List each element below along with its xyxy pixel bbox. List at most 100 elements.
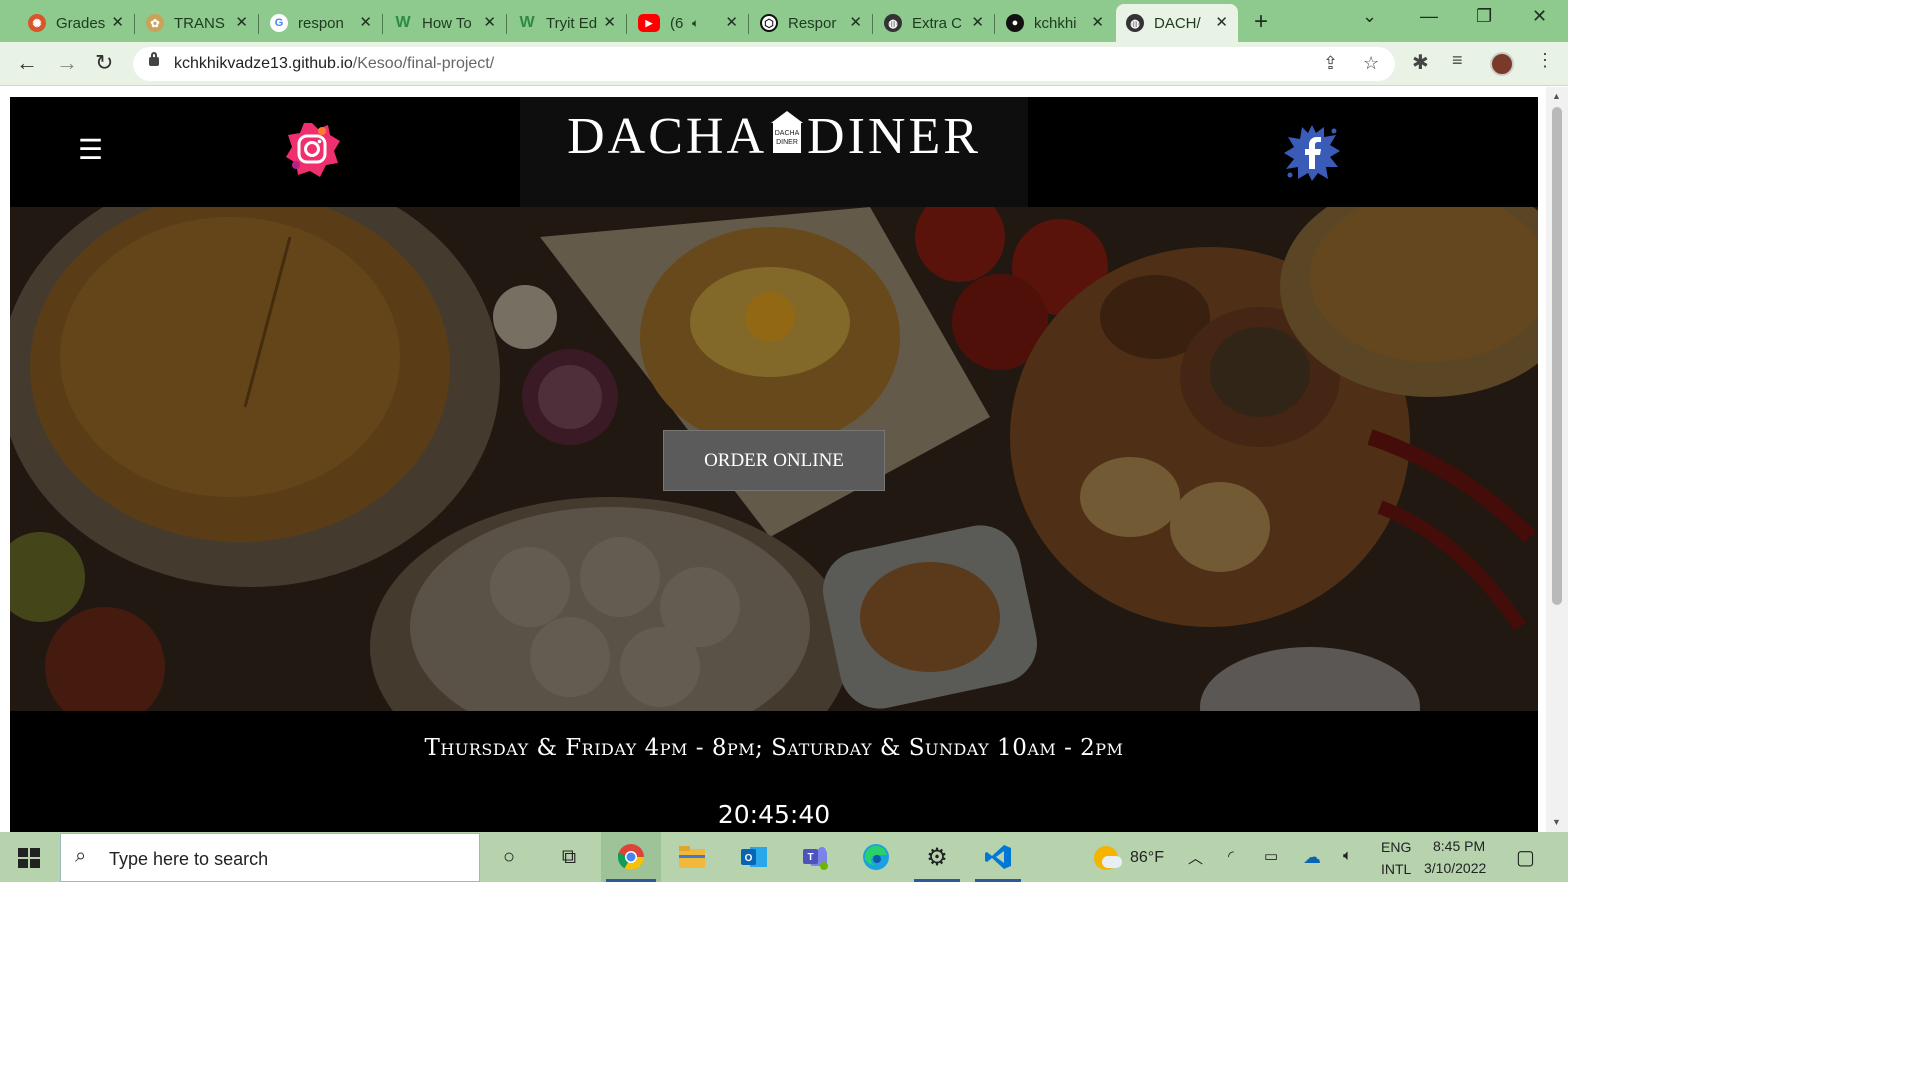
tab-youtube[interactable]: ▶ (6 🔈︎ ✕ bbox=[628, 4, 749, 42]
back-button[interactable]: ← bbox=[16, 50, 38, 76]
tab-grades[interactable]: ✺ Grades ✕ bbox=[18, 4, 135, 42]
w3schools-icon: W bbox=[395, 14, 411, 31]
globe-icon: ◍ bbox=[884, 14, 902, 32]
tab-dacha-diner[interactable]: ◍ DACH/ ✕ bbox=[1116, 4, 1238, 42]
w3schools-icon: W bbox=[519, 14, 535, 31]
new-tab-button[interactable]: + bbox=[1254, 8, 1268, 36]
lock-icon[interactable] bbox=[149, 52, 159, 66]
url-path: /Kesoo/final-project/ bbox=[352, 55, 495, 72]
close-icon[interactable]: ✕ bbox=[603, 13, 616, 31]
svg-text:O: O bbox=[745, 853, 753, 864]
tab-label: Extra C bbox=[912, 14, 963, 32]
search-placeholder: Type here to search bbox=[109, 849, 269, 869]
windows-taskbar: ⌕ Type here to search ○ ⧉ O T ⚙ 86°F ︿ ◜… bbox=[0, 832, 1568, 882]
address-bar[interactable]: kchkhikvadze13.github.io/Kesoo/final-pro… bbox=[133, 47, 1395, 81]
clock-date[interactable]: 3/10/2022 bbox=[1424, 860, 1486, 876]
settings-gear-icon[interactable]: ⚙ bbox=[922, 842, 952, 872]
weather-temperature[interactable]: 86°F bbox=[1130, 849, 1164, 867]
tab-search-chevron-icon[interactable]: ⌄ bbox=[1362, 6, 1377, 27]
notifications-icon[interactable]: ▢ bbox=[1516, 845, 1535, 870]
media-queue-icon[interactable]: ≡ bbox=[1452, 50, 1463, 71]
close-icon[interactable]: ✕ bbox=[111, 13, 124, 31]
teams-icon[interactable]: T bbox=[800, 842, 830, 872]
wifi-icon[interactable]: ◜ bbox=[1228, 847, 1234, 865]
tab-google-search[interactable]: G respon ✕ bbox=[260, 4, 383, 42]
close-icon[interactable]: ✕ bbox=[235, 13, 248, 31]
scroll-up-icon[interactable]: ▲ bbox=[1552, 91, 1561, 101]
onedrive-cloud-icon[interactable]: ☁ bbox=[1303, 847, 1321, 868]
vscode-icon[interactable] bbox=[983, 842, 1013, 872]
close-icon[interactable]: ✕ bbox=[849, 13, 862, 31]
scroll-down-icon[interactable]: ▼ bbox=[1552, 817, 1561, 827]
close-icon[interactable]: ✕ bbox=[1091, 13, 1104, 31]
close-icon[interactable]: ✕ bbox=[483, 13, 496, 31]
close-icon[interactable]: ✕ bbox=[971, 13, 984, 31]
close-icon[interactable]: ✕ bbox=[1215, 13, 1228, 31]
weather-cloud-icon bbox=[1102, 856, 1122, 868]
star-icon[interactable]: ☆ bbox=[1363, 53, 1379, 74]
site-header: ☰ DACHA DACHA DINER DINER bbox=[10, 97, 1538, 207]
vscode-running-indicator bbox=[975, 879, 1021, 882]
tab-trans[interactable]: ✿ TRANS ✕ bbox=[136, 4, 259, 42]
reload-button[interactable]: ↻ bbox=[95, 50, 113, 76]
browser-toolbar: ← → ↻ kchkhikvadze13.github.io/Kesoo/fin… bbox=[0, 42, 1568, 86]
profile-avatar[interactable] bbox=[1490, 52, 1514, 76]
windows-start-icon[interactable] bbox=[18, 848, 40, 868]
show-hidden-icons-icon[interactable]: ︿ bbox=[1188, 847, 1203, 868]
url-text[interactable]: kchkhikvadze13.github.io/Kesoo/final-pro… bbox=[174, 55, 494, 73]
chrome-icon[interactable] bbox=[616, 842, 646, 872]
task-view-icon[interactable]: ⧉ bbox=[554, 842, 584, 872]
tab-label: Tryit Ed bbox=[546, 14, 598, 32]
speaker-icon[interactable]: 🔈︎ bbox=[692, 16, 699, 31]
tab-tryit-editor[interactable]: W Tryit Ed ✕ bbox=[508, 4, 627, 42]
logo-word-dacha: DACHA bbox=[567, 108, 768, 165]
clock-time[interactable]: 8:45 PM bbox=[1433, 838, 1485, 854]
battery-icon[interactable]: ▭ bbox=[1264, 847, 1278, 865]
tab-label: Grades bbox=[56, 14, 106, 32]
close-window-button[interactable]: ✕ bbox=[1532, 6, 1547, 27]
instagram-icon[interactable] bbox=[282, 119, 342, 179]
outlook-icon[interactable]: O bbox=[739, 842, 769, 872]
minimize-button[interactable]: — bbox=[1420, 6, 1438, 27]
tab-how-to[interactable]: W How To ✕ bbox=[384, 4, 507, 42]
tab-codepen[interactable]: ⬡ Respor ✕ bbox=[750, 4, 873, 42]
github-icon: ● bbox=[1006, 14, 1024, 32]
extensions-icon[interactable]: ✱ bbox=[1412, 50, 1429, 75]
live-clock: 20:45:40 bbox=[717, 800, 831, 829]
language-top[interactable]: ENG bbox=[1381, 839, 1411, 855]
house-logo-icon: DACHA DINER bbox=[769, 111, 805, 157]
restore-button[interactable]: ❐ bbox=[1476, 6, 1492, 27]
close-icon[interactable]: ✕ bbox=[725, 13, 738, 31]
file-explorer-icon[interactable] bbox=[677, 842, 707, 872]
cortana-icon[interactable]: ○ bbox=[494, 842, 524, 872]
url-host: kchkhikvadze13.github.io bbox=[174, 55, 353, 72]
tab-github[interactable]: ● kchkhi ✕ bbox=[996, 4, 1114, 42]
house-logo-text: DACHA DINER bbox=[774, 130, 800, 146]
youtube-icon: ▶ bbox=[638, 14, 660, 32]
globe-icon: ◍ bbox=[1126, 14, 1144, 32]
close-icon[interactable]: ✕ bbox=[359, 13, 372, 31]
search-icon: ⌕ bbox=[75, 845, 87, 867]
menu-dots-icon[interactable]: ⋮ bbox=[1536, 50, 1554, 71]
logo-word-diner: DINER bbox=[807, 108, 981, 165]
forward-button[interactable]: → bbox=[56, 50, 78, 76]
grades-favicon-icon: ✺ bbox=[28, 14, 46, 32]
tab-label: TRANS bbox=[174, 14, 225, 32]
scrollbar-thumb[interactable] bbox=[1552, 107, 1562, 605]
language-bottom[interactable]: INTL bbox=[1381, 861, 1411, 877]
vertical-scrollbar[interactable]: ▲ ▼ bbox=[1546, 87, 1568, 832]
hamburger-menu-icon[interactable]: ☰ bbox=[78, 133, 103, 166]
share-icon[interactable]: ⇪ bbox=[1323, 53, 1338, 74]
tab-label: Respor bbox=[788, 14, 837, 32]
site-logo[interactable]: DACHA DACHA DINER DINER bbox=[520, 107, 1028, 166]
tab-label: (6 bbox=[670, 14, 684, 32]
volume-icon[interactable]: 🔈︎ bbox=[1343, 847, 1352, 864]
facebook-icon[interactable] bbox=[1282, 123, 1342, 183]
tab-extra[interactable]: ◍ Extra C ✕ bbox=[874, 4, 995, 42]
order-online-button[interactable]: ORDER ONLINE bbox=[663, 430, 885, 491]
edge-icon[interactable] bbox=[861, 842, 891, 872]
tab-label: kchkhi bbox=[1034, 14, 1077, 32]
taskbar-search-box[interactable]: ⌕ Type here to search bbox=[60, 833, 480, 882]
chrome-running-indicator bbox=[606, 879, 656, 882]
settings-running-indicator bbox=[914, 879, 960, 882]
